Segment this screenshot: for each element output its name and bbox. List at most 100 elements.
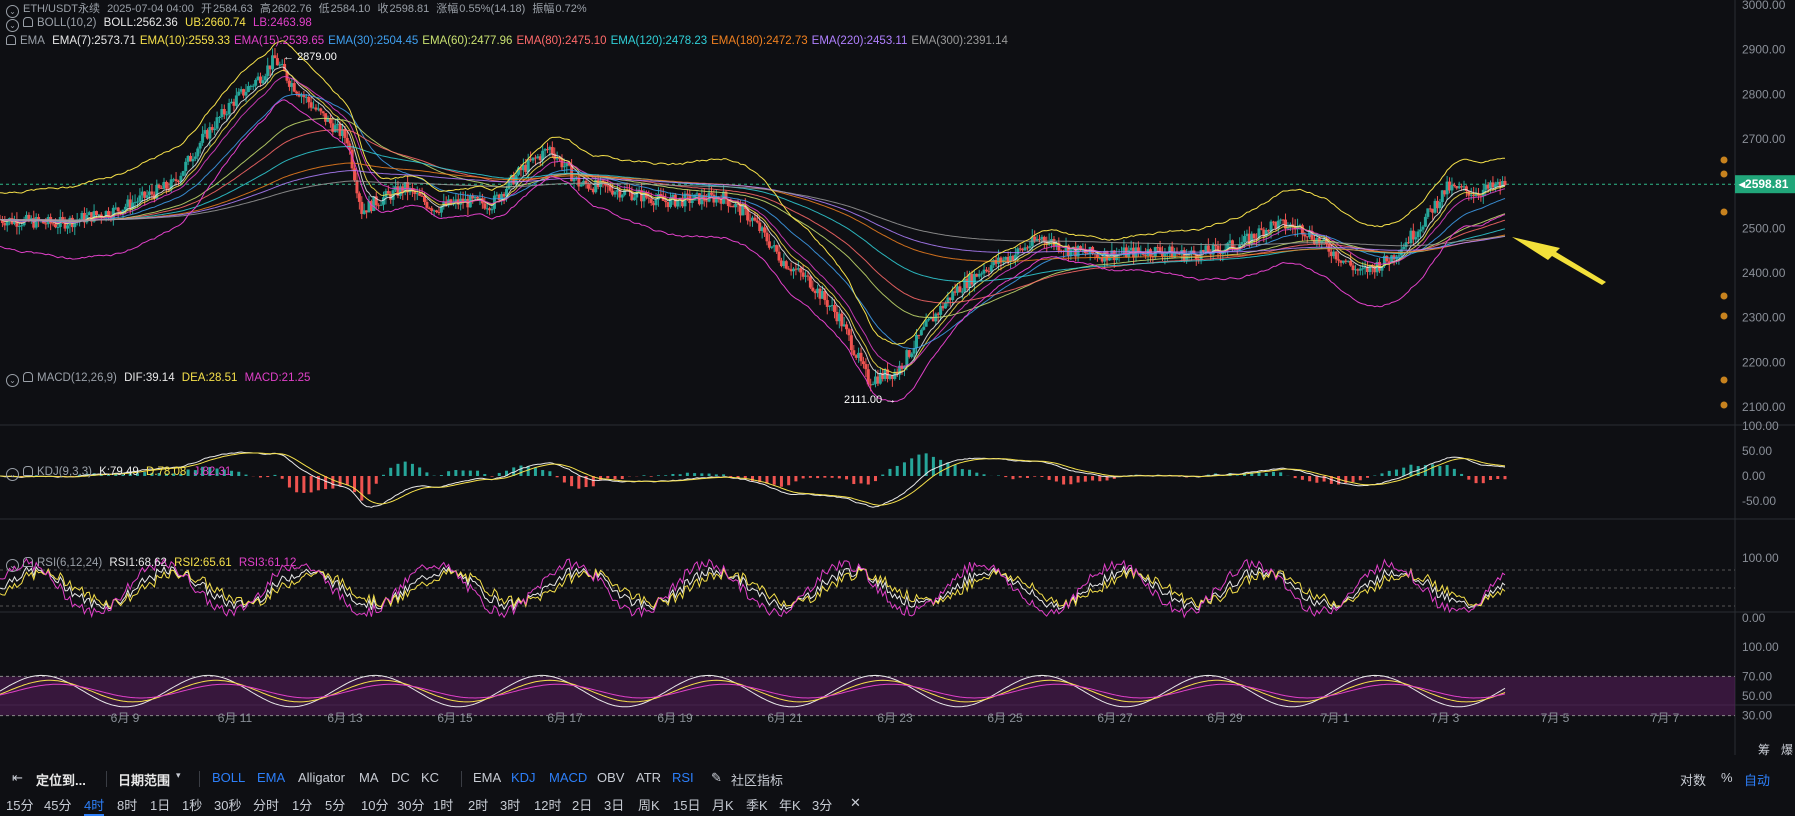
- date-tick-label: 6月 15: [437, 711, 473, 725]
- collapse-icon[interactable]: ⌄: [6, 374, 19, 387]
- alert-bell-icon[interactable]: [6, 35, 16, 45]
- kdj-tick-label: 0.00: [1742, 611, 1766, 625]
- candle-body: [826, 300, 829, 307]
- collapse-icon[interactable]: ⌄: [6, 559, 19, 572]
- candle-body: [1108, 258, 1111, 261]
- alert-bell-icon[interactable]: [23, 17, 33, 27]
- candle-body: [980, 273, 983, 274]
- macd-histogram-bar: [476, 471, 479, 476]
- candle-body: [136, 202, 139, 203]
- macd-histogram-bar: [281, 476, 284, 479]
- candle-body: [799, 268, 802, 272]
- timeframe-9[interactable]: 5分: [325, 795, 345, 814]
- alert-bell-icon[interactable]: [23, 372, 33, 382]
- auto-scale-button[interactable]: 自动: [1744, 770, 1770, 789]
- macd-histogram-bar: [816, 476, 819, 478]
- macd-histogram-bar: [396, 464, 399, 476]
- macd-histogram-bar: [1388, 471, 1391, 476]
- overlay-ema[interactable]: EMA: [257, 770, 285, 785]
- candle-body: [358, 193, 361, 202]
- collapse-icon[interactable]: ⌄: [6, 468, 19, 481]
- date-range-button[interactable]: 日期范围: [118, 770, 170, 789]
- alert-bell-icon[interactable]: [23, 466, 33, 476]
- close-icon[interactable]: ✕: [850, 795, 861, 811]
- timeframe-13[interactable]: 2时: [468, 795, 488, 814]
- percent-scale-button[interactable]: %: [1721, 770, 1733, 785]
- macd-histogram-bar: [1069, 476, 1072, 484]
- overlay-kc[interactable]: KC: [421, 770, 439, 785]
- timeframe-18[interactable]: 周K: [638, 795, 660, 814]
- liquidation-label[interactable]: 爆: [1781, 741, 1793, 758]
- indicator-rsi[interactable]: RSI: [672, 770, 694, 785]
- candle-body: [770, 246, 773, 247]
- overlay-boll[interactable]: BOLL: [212, 770, 245, 785]
- community-indicators-button[interactable]: 社区指标: [731, 770, 783, 789]
- log-scale-button[interactable]: 对数: [1680, 770, 1706, 789]
- macd-histogram-bar: [1359, 476, 1362, 480]
- macd-histogram-bar: [1409, 465, 1412, 476]
- macd-histogram-bar: [614, 476, 617, 479]
- timeframe-14[interactable]: 3时: [500, 795, 520, 814]
- timeframe-10[interactable]: 10分: [361, 795, 388, 814]
- timeframe-22[interactable]: 年K: [779, 795, 801, 814]
- overlay-alligator[interactable]: Alligator: [298, 770, 345, 785]
- collapse-icon[interactable]: ⌄: [6, 19, 19, 32]
- locate-button[interactable]: 定位到...: [36, 770, 86, 789]
- price-tick-label: 2100.00: [1742, 400, 1786, 414]
- indicator-macd[interactable]: MACD: [549, 770, 587, 785]
- macd-histogram-bar: [577, 476, 580, 489]
- chip-distribution-label[interactable]: 筹: [1758, 741, 1770, 758]
- timeframe-16[interactable]: 2日: [572, 795, 592, 814]
- timeframe-3[interactable]: 8时: [117, 795, 137, 814]
- timeframe-23[interactable]: 3分: [812, 795, 832, 814]
- ema-line-8: [0, 171, 1505, 253]
- indicator-atr[interactable]: ATR: [636, 770, 661, 785]
- timeframe-5[interactable]: 1秒: [182, 795, 202, 814]
- date-tick-label: 6月 17: [547, 711, 583, 725]
- macd-histogram-bar: [664, 475, 667, 476]
- macd-histogram-bar: [860, 476, 863, 483]
- indicator-ema[interactable]: EMA: [473, 770, 501, 785]
- candle-body: [840, 314, 843, 327]
- timeframe-19[interactable]: 15日: [673, 795, 700, 814]
- candle-body: [66, 225, 69, 228]
- candle-body: [483, 203, 486, 208]
- macd-histogram-bar: [679, 474, 682, 476]
- timeframe-6[interactable]: 30秒: [214, 795, 241, 814]
- timeframe-11[interactable]: 30分: [397, 795, 424, 814]
- sub-indicator-panes: 100.0050.000.00-50.00100.000.00100.0070.…: [0, 419, 1779, 725]
- macd-histogram-bar: [1040, 476, 1043, 477]
- ema-legend: EMA EMA(7):2573.71EMA(10):2559.33EMA(15)…: [6, 35, 1016, 47]
- timeframe-12[interactable]: 1时: [433, 795, 453, 814]
- candle-body: [833, 305, 836, 312]
- macd-histogram-bar: [519, 466, 522, 476]
- macd-histogram-bar: [1308, 476, 1311, 481]
- macd-histogram-bar: [1402, 468, 1405, 476]
- timeframe-1[interactable]: 45分: [44, 795, 71, 814]
- timeframe-21[interactable]: 季K: [746, 795, 768, 814]
- ema-value-6: EMA(120):2478.23: [611, 35, 708, 47]
- macd-histogram-bar: [852, 476, 855, 484]
- timeframe-7[interactable]: 分时: [253, 795, 279, 814]
- timeframe-4[interactable]: 1日: [150, 795, 170, 814]
- date-tick-label: 6月 19: [657, 711, 693, 725]
- locate-icon[interactable]: ⇤: [12, 770, 23, 786]
- macd-histogram-bar: [375, 476, 378, 484]
- candle-body: [1402, 247, 1405, 249]
- overlay-ma[interactable]: MA: [359, 770, 379, 785]
- timeframe-17[interactable]: 3日: [604, 795, 624, 814]
- overlay-dc[interactable]: DC: [391, 770, 410, 785]
- alert-bell-icon[interactable]: [23, 557, 33, 567]
- timeframe-20[interactable]: 月K: [712, 795, 734, 814]
- timeframe-0[interactable]: 15分: [6, 795, 33, 814]
- candle-body: [1385, 256, 1388, 261]
- timeframe-8[interactable]: 1分: [292, 795, 312, 814]
- alert-marker-icon: [1721, 157, 1728, 164]
- candle-body: [925, 320, 928, 326]
- indicator-kdj[interactable]: KDJ: [511, 770, 536, 785]
- macd-histogram-bar: [1460, 474, 1463, 476]
- indicator-obv[interactable]: OBV: [597, 770, 624, 785]
- timeframe-15[interactable]: 12时: [534, 795, 561, 814]
- candle-body: [1361, 268, 1364, 269]
- macd-histogram-bar: [1467, 476, 1470, 480]
